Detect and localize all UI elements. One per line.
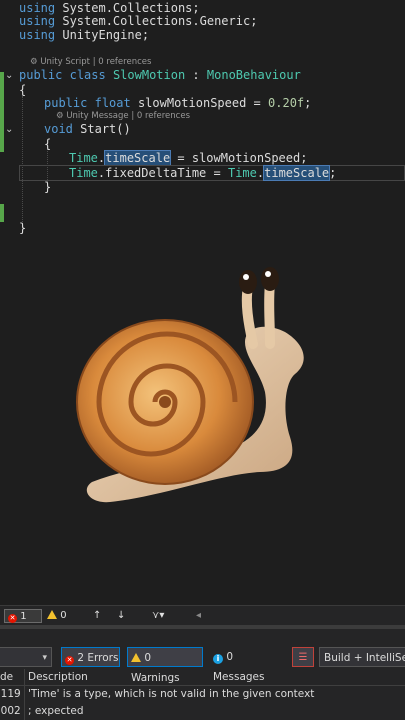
class-name: SlowMotion: [112, 68, 186, 82]
chevron-down-icon: ▾: [42, 653, 47, 663]
keyword: using: [19, 28, 56, 42]
scroll-left-button[interactable]: ◂: [196, 609, 201, 623]
scope-dropdown[interactable]: ▾: [0, 647, 52, 667]
code-line-stmt2[interactable]: Time.fixedDeltaTime = Time.timeScale;: [69, 165, 336, 181]
field-name: slowMotionSpeed: [137, 96, 247, 110]
number-literal: 0.20f: [268, 96, 305, 110]
method-name: Start: [80, 122, 117, 136]
error-count-indicator[interactable]: ✕ 1: [4, 609, 42, 623]
errors-filter-button[interactable]: ✕ 2 Errors: [61, 647, 120, 667]
warning-count-indicator[interactable]: 0: [47, 609, 67, 623]
table-row[interactable]: 0119 'Time' is a type, which is not vali…: [0, 686, 405, 703]
messages-filter-button[interactable]: i 0 Messages: [211, 647, 286, 683]
error-list-header: de Description: [0, 669, 405, 686]
collapse-icon[interactable]: ⌄: [5, 70, 13, 81]
keyword: class: [69, 68, 106, 82]
type-name: Time: [227, 166, 257, 180]
unity-icon: ⚙: [30, 57, 41, 67]
highlighted-reference: timeScale: [104, 150, 172, 166]
indent-guide: [22, 96, 23, 224]
keyword: float: [94, 96, 131, 110]
highlighted-reference: timeScale: [263, 165, 331, 181]
unity-icon: ⚙: [56, 111, 67, 121]
previous-issue-button[interactable]: ↑: [93, 609, 101, 623]
code-line-class[interactable]: public class SlowMotion : MonoBehaviour: [19, 67, 301, 83]
code-line-brace[interactable]: {: [19, 82, 26, 98]
namespace: UnityEngine;: [62, 28, 150, 42]
next-issue-button[interactable]: ↓: [117, 609, 125, 623]
info-icon: i: [213, 654, 223, 664]
editor-status-strip: ✕ 1 0 ↑ ↓ ⋎▾ ◂: [0, 605, 405, 625]
column-description[interactable]: Description: [28, 669, 88, 685]
change-bar: [0, 72, 4, 152]
snail-emoji: [76, 267, 304, 503]
filter-button[interactable]: ☰: [292, 647, 314, 667]
type-name: Time: [69, 151, 98, 165]
build-scope-dropdown[interactable]: Build + IntelliSense: [319, 647, 405, 667]
namespace: System.Collections.Generic;: [62, 14, 258, 28]
error-icon: ✕: [65, 656, 74, 665]
keyword: public: [44, 96, 88, 110]
code-line-brace[interactable]: }: [44, 179, 51, 195]
keyword: using: [19, 14, 56, 28]
warnings-filter-button[interactable]: 0 Warnings: [127, 647, 203, 684]
code-line-stmt1[interactable]: Time.timeScale = slowMotionSpeed;: [69, 150, 307, 166]
warning-icon: [47, 610, 57, 619]
warning-icon: [131, 653, 141, 662]
filter-icon[interactable]: ⋎▾: [152, 609, 164, 623]
code-editor[interactable]: using System.Collections; using System.C…: [0, 0, 405, 605]
error-list-panel: ▾ ✕ 2 Errors 0 Warnings i 0 Messages ☰ B…: [0, 629, 405, 720]
keyword: void: [44, 122, 73, 136]
code-line-3[interactable]: using UnityEngine;: [19, 27, 149, 43]
change-bar: [0, 204, 4, 222]
code-line-brace[interactable]: }: [19, 220, 26, 236]
code-line-method[interactable]: void Start(): [44, 121, 131, 137]
code-line-brace[interactable]: {: [44, 136, 51, 152]
column-code[interactable]: de: [0, 669, 13, 685]
error-icon: ✕: [8, 614, 17, 623]
table-row[interactable]: 1002 ; expected: [0, 703, 405, 720]
collapse-icon[interactable]: ⌄: [5, 124, 13, 135]
base-class: MonoBehaviour: [206, 68, 301, 82]
type-name: Time: [69, 166, 98, 180]
keyword: public: [19, 68, 63, 82]
code-line-field[interactable]: public float slowMotionSpeed = 0.20f;: [44, 95, 311, 111]
